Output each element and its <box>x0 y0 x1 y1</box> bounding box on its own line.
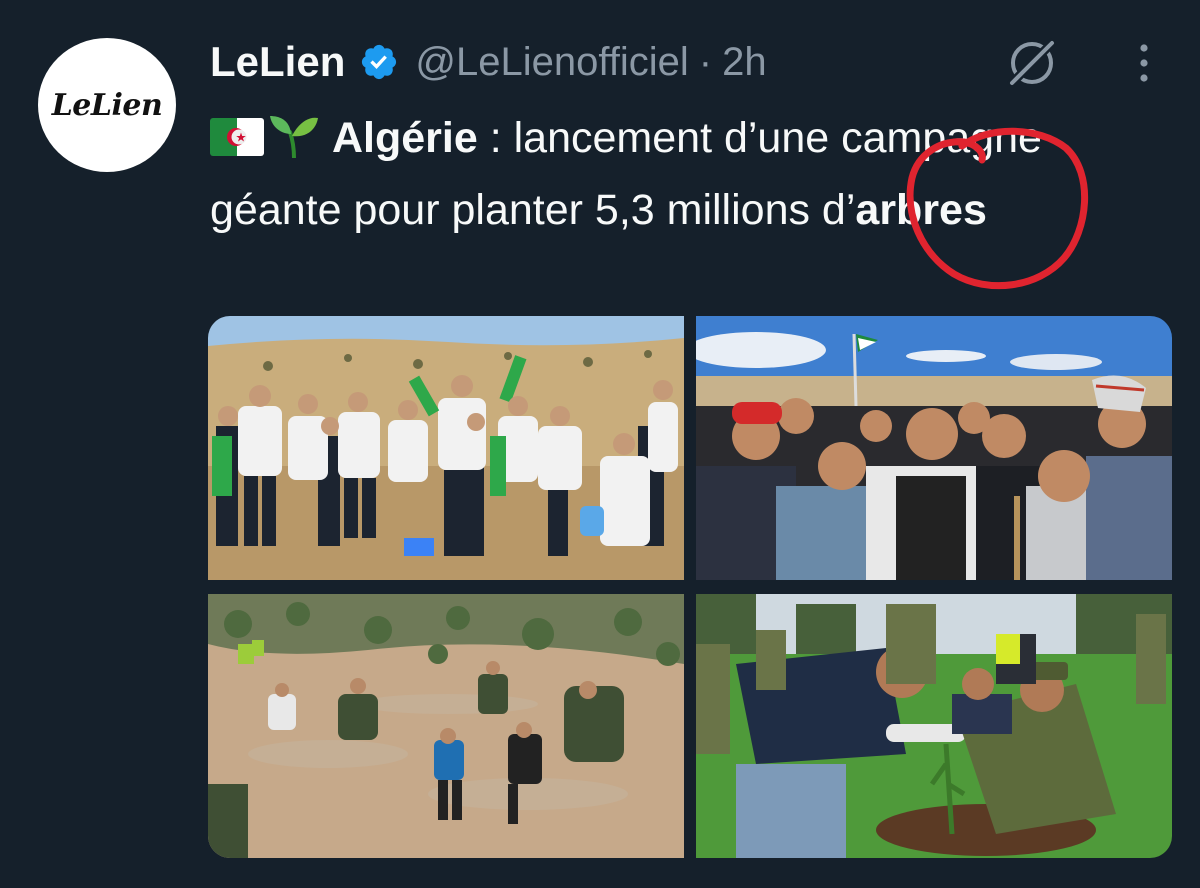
avatar-logo-text: LeLien <box>51 87 163 123</box>
tweet[interactable]: LeLien LeLien @LeLienofficiel · 2h Algér… <box>0 0 1200 888</box>
photo-people-planting-hillside[interactable] <box>208 594 684 858</box>
grok-icon[interactable] <box>1004 36 1060 88</box>
photo-group-with-trees[interactable] <box>208 316 684 580</box>
avatar[interactable]: LeLien <box>38 38 176 172</box>
photo-crowd-selfie[interactable] <box>696 316 1172 580</box>
seedling-emoji <box>270 116 318 158</box>
keyword-algerie: Algérie <box>332 114 478 162</box>
more-vertical-icon[interactable] <box>1132 42 1156 86</box>
keyword-arbres: arbres <box>855 186 987 234</box>
user-handle[interactable]: @LeLienofficiel <box>415 40 688 85</box>
media-grid <box>208 316 1172 858</box>
verified-badge-icon <box>362 44 397 80</box>
display-name[interactable]: LeLien <box>210 38 345 86</box>
timestamp[interactable]: 2h <box>722 40 767 85</box>
separator-dot: · <box>698 39 713 84</box>
algeria-flag-emoji <box>210 106 264 156</box>
tweet-text: Algérie : lancement d’une campagne géant… <box>210 102 1110 246</box>
tweet-header: LeLien @LeLienofficiel · 2h <box>210 36 767 88</box>
photo-soldiers-planting-tree[interactable] <box>696 594 1172 858</box>
